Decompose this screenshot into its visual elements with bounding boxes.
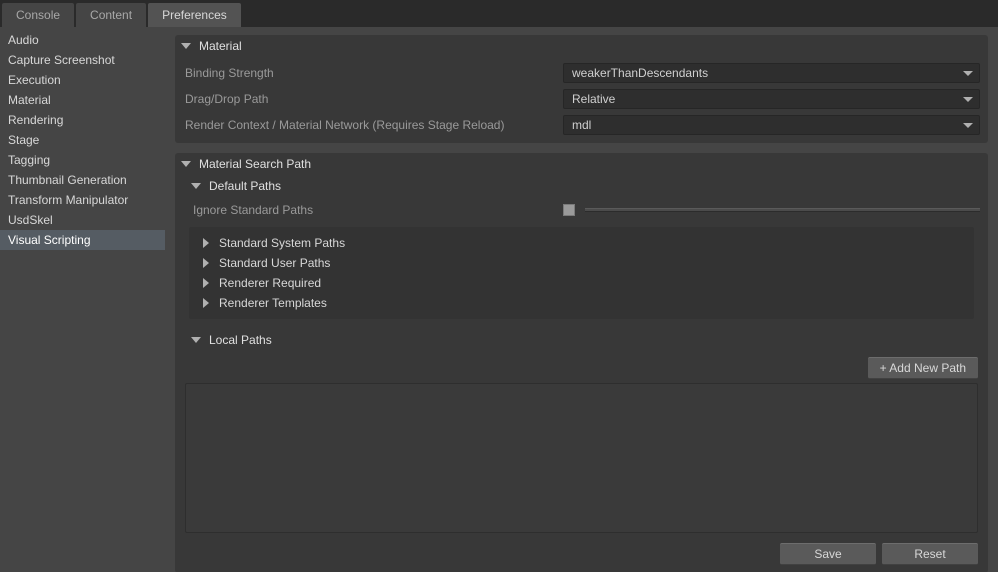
fold-renderer-required[interactable]: Renderer Required	[189, 273, 974, 293]
drag-drop-label: Drag/Drop Path	[183, 92, 563, 106]
chevron-down-icon	[963, 123, 973, 128]
default-paths-title: Default Paths	[209, 179, 281, 193]
tab-row: Console Content Preferences	[0, 0, 998, 27]
local-paths-header[interactable]: Local Paths	[185, 329, 980, 351]
sidebar-item-execution[interactable]: Execution	[0, 70, 165, 90]
fold-renderer-templates[interactable]: Renderer Templates	[189, 293, 974, 313]
chevron-down-icon	[191, 183, 201, 189]
sidebar-item-material[interactable]: Material	[0, 90, 165, 110]
chevron-right-icon	[203, 238, 209, 248]
fold-standard-system-paths[interactable]: Standard System Paths	[189, 233, 974, 253]
add-path-row: + Add New Path	[183, 357, 980, 379]
search-path-title: Material Search Path	[199, 157, 311, 171]
sidebar-item-tagging[interactable]: Tagging	[0, 150, 165, 170]
row-drag-drop: Drag/Drop Path Relative	[183, 89, 980, 109]
chevron-down-icon	[181, 43, 191, 49]
default-paths-header[interactable]: Default Paths	[185, 175, 980, 197]
sidebar-item-audio[interactable]: Audio	[0, 30, 165, 50]
chevron-down-icon	[191, 337, 201, 343]
search-path-panel: Material Search Path Default Paths Ignor…	[175, 153, 988, 572]
material-panel-title: Material	[199, 39, 242, 53]
fold-standard-user-paths[interactable]: Standard User Paths	[189, 253, 974, 273]
local-paths-title: Local Paths	[209, 333, 272, 347]
fold-label: Standard System Paths	[219, 236, 345, 250]
row-ignore-paths: Ignore Standard Paths	[183, 203, 980, 217]
ignore-paths-label: Ignore Standard Paths	[183, 203, 563, 217]
content-area: Material Binding Strength weakerThanDesc…	[165, 27, 998, 572]
render-context-value: mdl	[572, 118, 591, 132]
drag-drop-select[interactable]: Relative	[563, 89, 980, 109]
material-panel-header[interactable]: Material	[175, 35, 988, 57]
ignore-paths-track	[585, 208, 980, 212]
chevron-down-icon	[963, 97, 973, 102]
row-binding-strength: Binding Strength weakerThanDescendants	[183, 63, 980, 83]
sidebar-item-capture-screenshot[interactable]: Capture Screenshot	[0, 50, 165, 70]
chevron-down-icon	[963, 71, 973, 76]
sidebar-item-stage[interactable]: Stage	[0, 130, 165, 150]
sidebar-item-visual-scripting[interactable]: Visual Scripting	[0, 230, 165, 250]
local-paths-listbox[interactable]	[185, 383, 978, 533]
binding-strength-label: Binding Strength	[183, 66, 563, 80]
row-render-context: Render Context / Material Network (Requi…	[183, 115, 980, 135]
render-context-label: Render Context / Material Network (Requi…	[183, 118, 563, 132]
binding-strength-value: weakerThanDescendants	[572, 66, 708, 80]
fold-label: Renderer Templates	[219, 296, 327, 310]
sidebar-item-rendering[interactable]: Rendering	[0, 110, 165, 130]
preferences-sidebar: Audio Capture Screenshot Execution Mater…	[0, 27, 165, 572]
tab-content[interactable]: Content	[76, 3, 146, 27]
ignore-paths-checkbox[interactable]	[563, 204, 575, 216]
chevron-right-icon	[203, 258, 209, 268]
sidebar-item-usdskel[interactable]: UsdSkel	[0, 210, 165, 230]
sidebar-item-transform-manipulator[interactable]: Transform Manipulator	[0, 190, 165, 210]
tab-console[interactable]: Console	[2, 3, 74, 27]
add-new-path-button[interactable]: + Add New Path	[868, 357, 978, 379]
tab-preferences[interactable]: Preferences	[148, 3, 241, 27]
render-context-select[interactable]: mdl	[563, 115, 980, 135]
reset-button[interactable]: Reset	[882, 543, 978, 565]
sidebar-item-thumbnail-generation[interactable]: Thumbnail Generation	[0, 170, 165, 190]
material-panel: Material Binding Strength weakerThanDesc…	[175, 35, 988, 143]
material-panel-body: Binding Strength weakerThanDescendants D…	[175, 63, 988, 143]
fold-label: Renderer Required	[219, 276, 321, 290]
search-path-body: Default Paths Ignore Standard Paths Stan…	[175, 175, 988, 572]
main-split: Audio Capture Screenshot Execution Mater…	[0, 27, 998, 572]
chevron-down-icon	[181, 161, 191, 167]
search-path-header[interactable]: Material Search Path	[175, 153, 988, 175]
drag-drop-value: Relative	[572, 92, 615, 106]
save-button[interactable]: Save	[780, 543, 876, 565]
binding-strength-select[interactable]: weakerThanDescendants	[563, 63, 980, 83]
standard-paths-list: Standard System Paths Standard User Path…	[189, 227, 974, 319]
fold-label: Standard User Paths	[219, 256, 330, 270]
chevron-right-icon	[203, 278, 209, 288]
chevron-right-icon	[203, 298, 209, 308]
panel-button-row: Save Reset	[183, 543, 980, 565]
